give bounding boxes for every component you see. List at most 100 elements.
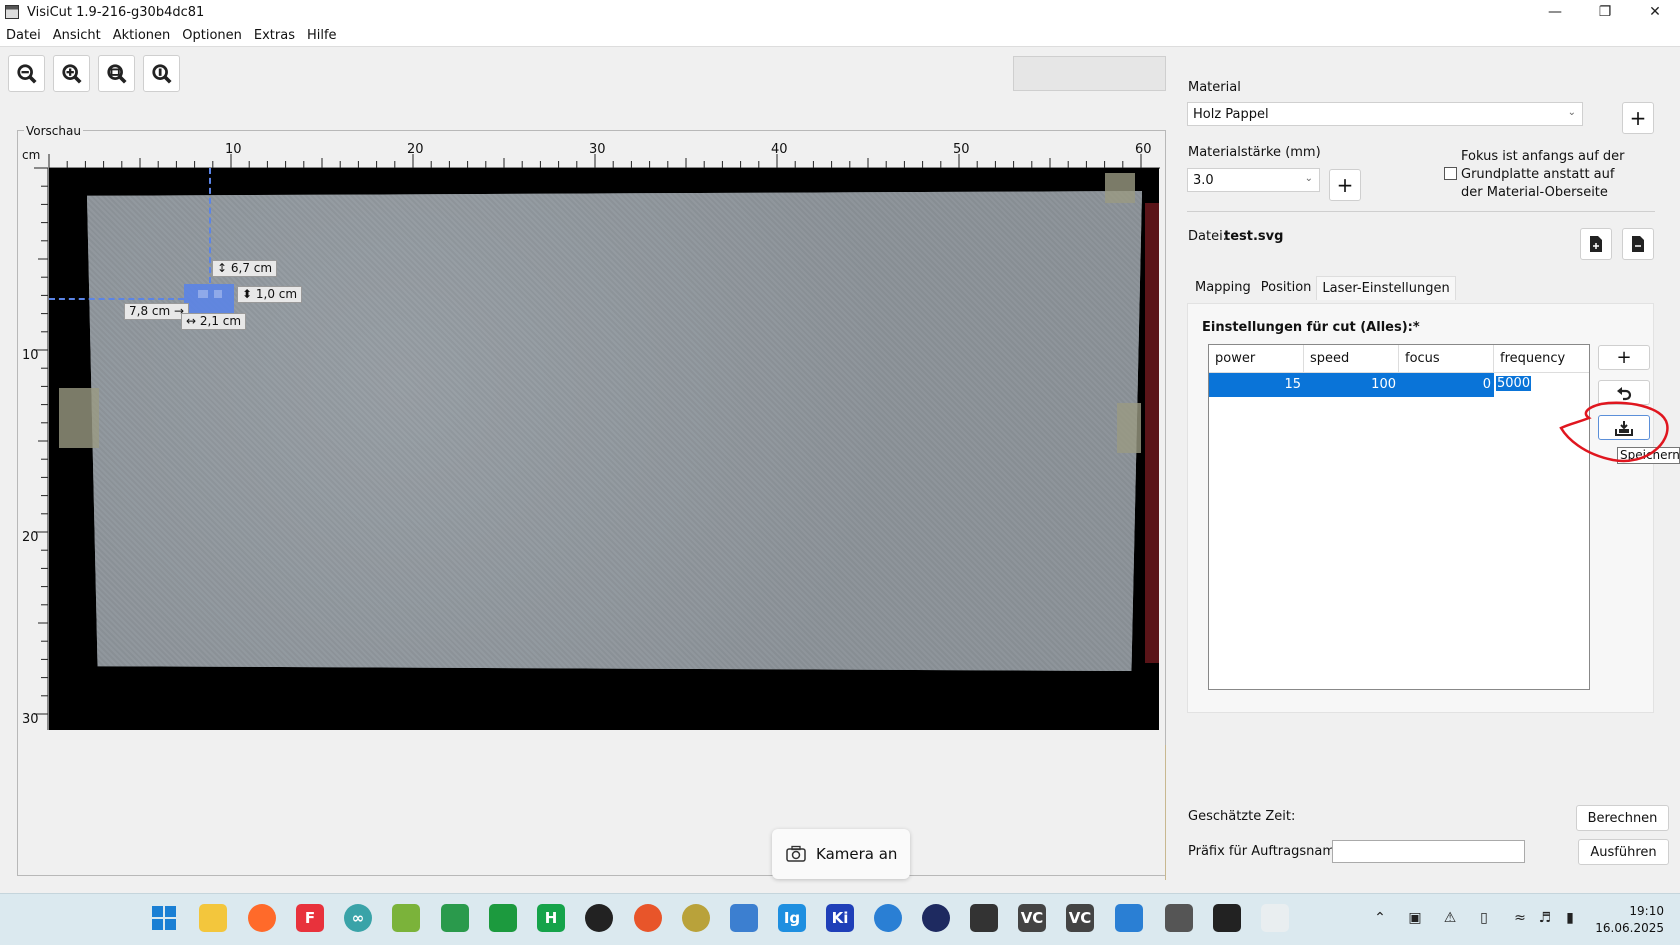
x-tick-50: 50	[953, 142, 970, 157]
open-file-button[interactable]	[1580, 228, 1612, 260]
window-controls: — ❐ ✕	[1530, 0, 1680, 24]
tray-app-icon[interactable]: ▣	[1405, 908, 1425, 928]
file-name: test.svg	[1224, 229, 1284, 244]
column-header-speed[interactable]: speed	[1304, 345, 1399, 372]
chevron-down-icon: ⌄	[1567, 107, 1576, 118]
y-tick-20: 20	[22, 530, 39, 545]
thickness-label: Materialstärke (mm)	[1188, 145, 1321, 160]
y-tick-30: 30	[22, 712, 39, 727]
column-header-frequency[interactable]: frequency	[1494, 345, 1589, 372]
chevron-up-icon[interactable]: ⌃	[1370, 908, 1390, 928]
tab-mapping[interactable]: Mapping	[1190, 276, 1256, 300]
camera-toggle-button[interactable]: Kamera an	[772, 829, 910, 879]
battery-icon[interactable]: ▮	[1560, 908, 1580, 928]
obs-icon[interactable]	[922, 904, 950, 932]
job-prefix-input[interactable]	[1332, 840, 1525, 863]
tape-left	[59, 388, 99, 448]
arduino-icon[interactable]: ∞	[344, 904, 372, 932]
selected-object-part	[198, 290, 208, 298]
dim-label-top: ↕ 6,7 cm	[212, 260, 278, 277]
focus-checkbox-label: Fokus ist anfangs auf der Grundplatte an…	[1461, 149, 1625, 200]
plus-icon: +	[1629, 106, 1647, 130]
ruler-unit: cm	[22, 148, 41, 162]
settings-tabs: Mapping Position Laser-Einstellungen	[1190, 276, 1456, 300]
tab-position[interactable]: Position	[1256, 276, 1317, 300]
editor-icon[interactable]	[392, 904, 420, 932]
table-row[interactable]: 15 100 0 5000	[1209, 373, 1589, 397]
clock-time: 19:10	[1629, 904, 1664, 918]
minimize-button[interactable]: —	[1530, 0, 1580, 24]
terminal-icon[interactable]	[1213, 904, 1241, 932]
cell-frequency[interactable]: 5000	[1496, 376, 1532, 391]
thickness-value: 3.0	[1193, 172, 1214, 188]
lightburn-icon[interactable]: Ig	[778, 904, 806, 932]
maximize-button[interactable]: ❐	[1580, 0, 1630, 24]
x-tick-10: 10	[225, 142, 242, 157]
windows-start-icon[interactable]	[150, 904, 178, 932]
tape-right	[1117, 403, 1141, 453]
guide-line-horizontal	[49, 298, 184, 300]
calculate-button[interactable]: Berechnen	[1576, 805, 1669, 831]
blender-icon[interactable]	[634, 904, 662, 932]
kicad-icon[interactable]: Ki	[826, 904, 854, 932]
laser-settings-table[interactable]: power speed focus frequency 15 100 0 500…	[1208, 344, 1590, 690]
x-tick-60: 60	[1135, 142, 1152, 157]
panel-divider	[1165, 745, 1166, 880]
close-button[interactable]: ✕	[1630, 0, 1680, 24]
cell-focus[interactable]: 0	[1399, 373, 1494, 397]
dim-label-height: ⬍ 1,0 cm	[237, 286, 303, 303]
thickness-combobox[interactable]: 3.0 ⌄	[1187, 168, 1320, 192]
clock[interactable]: 19:10 16.06.2025	[1595, 903, 1664, 937]
book-app-icon[interactable]	[441, 904, 469, 932]
bambu-icon[interactable]	[585, 904, 613, 932]
file-remove-icon	[1632, 236, 1644, 252]
estimated-time-label: Geschätzte Zeit:	[1188, 809, 1296, 824]
add-setting-button[interactable]: +	[1598, 345, 1650, 370]
camera-icon	[786, 845, 806, 862]
volume-icon[interactable]: ♬	[1535, 908, 1555, 928]
firefox-icon[interactable]	[248, 904, 276, 932]
cell-frequency-editor[interactable]: 5000	[1494, 373, 1589, 397]
execute-button[interactable]: Ausführen	[1578, 839, 1669, 865]
wifi-icon[interactable]: ≈	[1510, 908, 1530, 928]
spreadsheet-icon[interactable]	[489, 904, 517, 932]
chevron-down-icon: ⌄	[1304, 173, 1313, 184]
sketch-icon[interactable]	[874, 904, 902, 932]
gimp-icon[interactable]	[682, 904, 710, 932]
visicut-taskbar-icon-2[interactable]: VC	[1066, 904, 1094, 932]
window-app-icon[interactable]	[1115, 904, 1143, 932]
column-header-focus[interactable]: focus	[1399, 345, 1494, 372]
column-header-power[interactable]: power	[1209, 345, 1304, 372]
file-label: Datei:	[1188, 229, 1228, 244]
camera-preview-canvas[interactable]	[49, 168, 1159, 730]
focus-checkbox[interactable]	[1444, 167, 1457, 180]
usb-icon[interactable]: ▯	[1474, 908, 1494, 928]
inkscape-icon[interactable]	[970, 904, 998, 932]
table-header: power speed focus frequency	[1209, 345, 1589, 373]
vscode-like-icon[interactable]	[730, 904, 758, 932]
y-tick-10: 10	[22, 348, 39, 363]
visicut-active-icon[interactable]	[1165, 904, 1193, 932]
guide-line-vertical	[209, 168, 211, 283]
cell-speed[interactable]: 100	[1304, 373, 1399, 397]
cell-power[interactable]: 15	[1209, 373, 1304, 397]
remove-file-button[interactable]	[1622, 228, 1654, 260]
taskbar: F ∞ H Ig Ki VC VC ⌃ ▣ ⚠ ▯ ≈ ♬ ▮ 19:10 16…	[0, 893, 1680, 945]
clock-date: 16.06.2025	[1595, 921, 1664, 935]
file-explorer-icon[interactable]	[199, 904, 227, 932]
x-tick-30: 30	[589, 142, 606, 157]
selected-object-part	[214, 290, 222, 298]
x-tick-40: 40	[771, 142, 788, 157]
selected-object[interactable]	[184, 284, 234, 314]
visicut-taskbar-icon[interactable]: VC	[1018, 904, 1046, 932]
tab-laser-settings[interactable]: Laser-Einstellungen	[1316, 276, 1456, 300]
material-combobox[interactable]: Holz Pappel ⌄	[1187, 102, 1583, 126]
security-warning-icon[interactable]: ⚠	[1440, 908, 1460, 928]
prefix-label: Präfix für Auftragsname:	[1188, 844, 1348, 859]
freecad-icon[interactable]: F	[296, 904, 324, 932]
add-material-button[interactable]: +	[1622, 102, 1654, 134]
java-icon[interactable]	[1261, 904, 1289, 932]
add-thickness-button[interactable]: +	[1329, 169, 1361, 201]
numbers-icon[interactable]: H	[537, 904, 565, 932]
plus-icon: +	[1616, 347, 1632, 368]
